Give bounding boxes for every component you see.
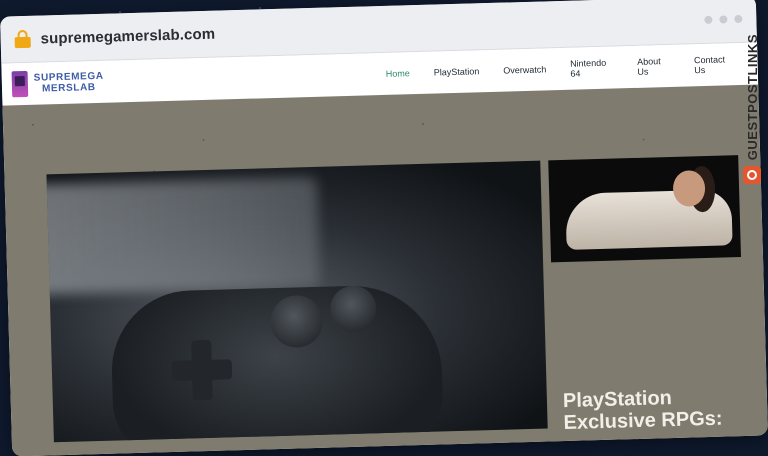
window-dot-2[interactable] bbox=[719, 15, 728, 24]
link-icon bbox=[743, 166, 761, 185]
window-dot-1[interactable] bbox=[704, 15, 713, 24]
window-dot-3[interactable] bbox=[734, 14, 743, 24]
menu-item-playstation[interactable]: PlayStation bbox=[434, 66, 480, 77]
article-headline[interactable]: PlayStation Exclusive RPGs: bbox=[563, 386, 723, 434]
browser-window: supremegamerslab.com SUPREMEGA MERSLAB H… bbox=[0, 0, 768, 456]
guestpostlinks-watermark: GUESTPOSTLINKS bbox=[740, 34, 764, 244]
watermark-text: GUESTPOSTLINKS bbox=[744, 34, 760, 161]
side-article-image[interactable] bbox=[548, 155, 742, 263]
page-content: PlayStation Exclusive RPGs: bbox=[2, 84, 768, 456]
headline-line2: Exclusive RPGs: bbox=[563, 407, 723, 435]
menu-item-overwatch[interactable]: Overwatch bbox=[503, 64, 546, 75]
url-text[interactable]: supremegamerslab.com bbox=[40, 25, 215, 47]
hero-image-controller[interactable] bbox=[46, 160, 548, 443]
menu-item-contact-us[interactable]: Contact Us bbox=[694, 54, 734, 75]
menu-item-nintendo-64[interactable]: Nintendo 64 bbox=[570, 58, 614, 79]
menu-item-about-us[interactable]: About Us bbox=[637, 56, 670, 77]
gamepad-graphic bbox=[109, 283, 445, 443]
lock-icon bbox=[14, 29, 31, 49]
logo-text-line2: MERSLAB bbox=[41, 81, 96, 95]
menu-item-home[interactable]: Home bbox=[386, 68, 410, 79]
site-logo[interactable]: SUPREMEGA MERSLAB bbox=[11, 69, 105, 98]
logo-icon bbox=[11, 70, 29, 98]
window-controls bbox=[704, 14, 743, 24]
